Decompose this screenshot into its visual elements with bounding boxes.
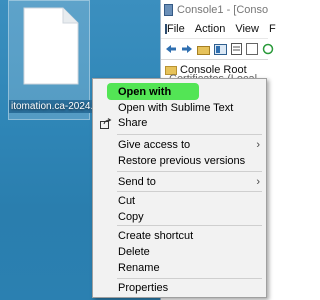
menu-separator — [117, 134, 262, 135]
console-title: Console1 - [Console Root] — [177, 4, 268, 16]
console-menubar: File Action View F — [161, 20, 276, 38]
menu-separator — [117, 225, 262, 226]
menu-item-delete[interactable]: Delete — [93, 244, 266, 261]
console-titlebar: Console1 - [Console Root] — [161, 0, 268, 20]
menu-separator — [117, 171, 262, 172]
desktop-file-icon-selected[interactable]: itomation.ca-2024.csr — [8, 0, 105, 120]
refresh-icon[interactable] — [262, 42, 274, 56]
menu-item-rename[interactable]: Rename — [93, 260, 266, 277]
menu-item-give-access-label: Give access to — [118, 139, 191, 151]
properties-sheet-icon[interactable] — [231, 42, 242, 56]
menu-separator — [117, 191, 262, 192]
menu-file[interactable]: File — [167, 23, 185, 35]
menu-view[interactable]: View — [235, 23, 259, 35]
console-toolbar — [161, 38, 274, 60]
menu-item-create-shortcut[interactable]: Create shortcut — [93, 228, 266, 245]
forward-arrow-icon[interactable] — [181, 42, 193, 56]
menu-item-open-with[interactable]: Open with — [93, 84, 266, 101]
back-arrow-icon[interactable] — [165, 42, 177, 56]
file-icon — [23, 7, 79, 85]
menu-favorites[interactable]: F — [269, 23, 276, 35]
menu-item-send-to[interactable]: Send to › — [93, 174, 266, 191]
menu-item-share-label: Share — [118, 117, 148, 129]
mmc-app-icon — [164, 4, 174, 16]
menu-item-share[interactable]: Share — [93, 115, 266, 132]
menu-item-copy[interactable]: Copy — [93, 209, 266, 226]
chevron-right-icon: › — [256, 176, 260, 188]
menu-item-restore-versions[interactable]: Restore previous versions — [93, 153, 266, 170]
menu-item-send-to-label: Send to — [118, 176, 156, 188]
up-folder-icon[interactable] — [197, 42, 210, 56]
menu-separator — [117, 278, 262, 279]
share-icon — [100, 118, 112, 129]
desktop-file-label: itomation.ca-2024.csr — [9, 100, 105, 113]
menu-item-cut[interactable]: Cut — [93, 193, 266, 210]
chevron-right-icon: › — [256, 139, 260, 151]
menu-item-properties[interactable]: Properties — [93, 280, 266, 297]
help-icon[interactable] — [246, 42, 258, 56]
context-menu: Open with Open with Sublime Text Share G… — [92, 78, 267, 298]
show-hide-tree-icon[interactable] — [214, 42, 227, 56]
menu-action[interactable]: Action — [195, 23, 226, 35]
menu-item-give-access[interactable]: Give access to › — [93, 137, 266, 154]
